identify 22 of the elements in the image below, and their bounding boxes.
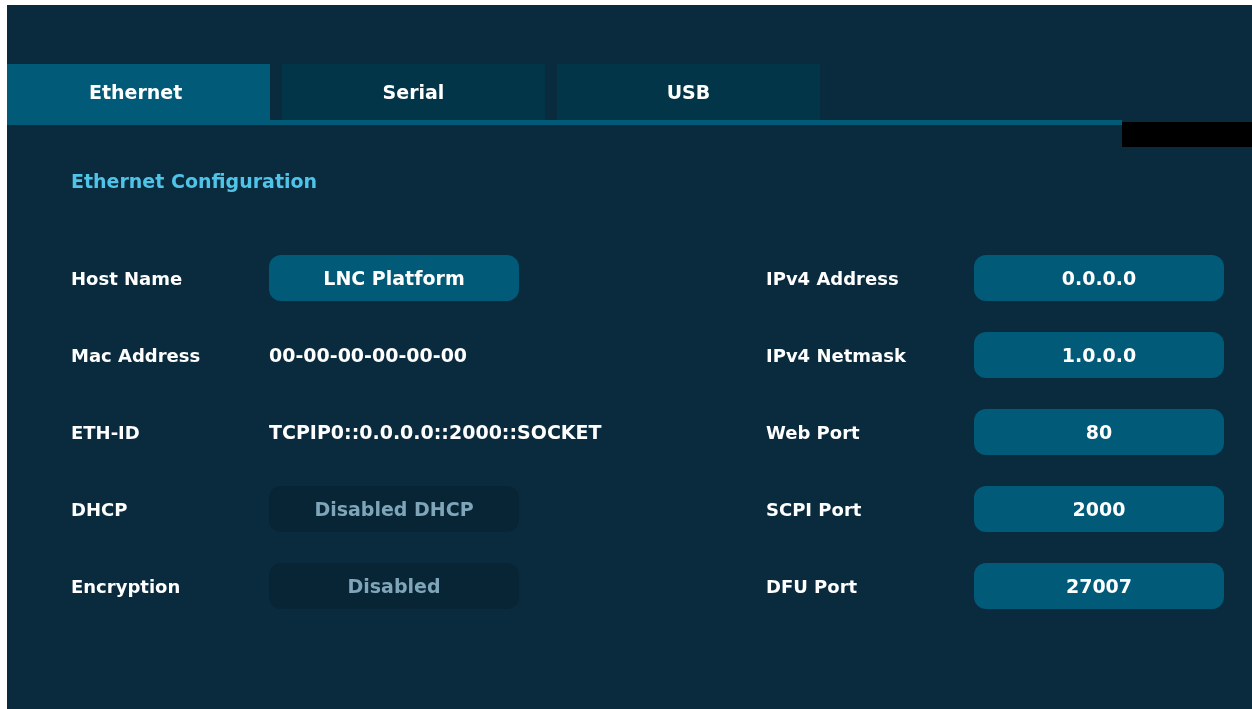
value-field[interactable]: 80 bbox=[974, 409, 1224, 455]
field-label: IPv4 Address bbox=[766, 267, 900, 289]
tab[interactable]: Serial bbox=[282, 64, 545, 120]
field-label: Encryption bbox=[71, 575, 182, 597]
field-label: Mac Address bbox=[71, 344, 202, 366]
field-label: DFU Port bbox=[766, 575, 859, 597]
value-field[interactable]: 0.0.0.0 bbox=[974, 255, 1224, 301]
tab[interactable]: USB bbox=[557, 64, 820, 120]
tab[interactable]: Ethernet bbox=[7, 64, 270, 120]
field-label: ETH-ID bbox=[71, 421, 141, 443]
section-title: Ethernet Configuration bbox=[71, 170, 319, 192]
field-label: IPv4 Netmask bbox=[766, 344, 907, 366]
field-label: Web Port bbox=[766, 421, 861, 443]
value-text: 00-00-00-00-00-00 bbox=[269, 344, 468, 366]
value-field[interactable]: 2000 bbox=[974, 486, 1224, 532]
value-field[interactable]: 1.0.0.0 bbox=[974, 332, 1224, 378]
value-field[interactable]: LNC Platform bbox=[269, 255, 519, 301]
field-label: SCPI Port bbox=[766, 498, 863, 520]
field-label: DHCP bbox=[71, 498, 129, 520]
field-label: Host Name bbox=[71, 267, 184, 289]
value-text: TCPIP0::0.0.0.0::2000::SOCKET bbox=[269, 421, 602, 443]
value-field[interactable]: 27007 bbox=[974, 563, 1224, 609]
